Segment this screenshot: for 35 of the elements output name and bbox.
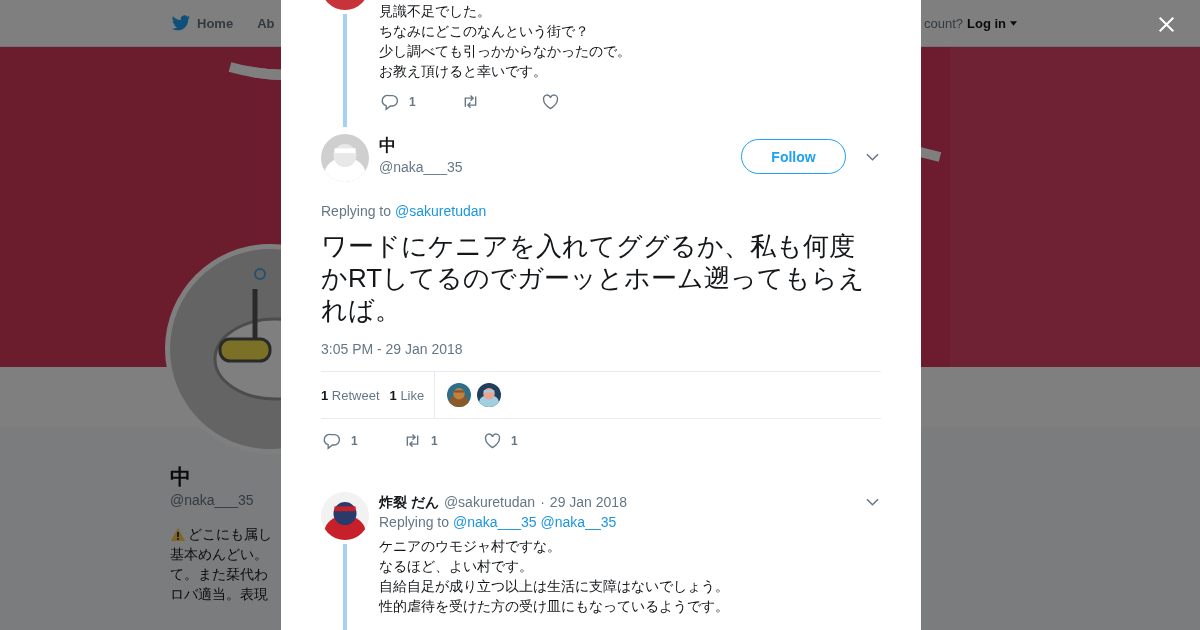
bird-icon: [171, 14, 191, 32]
warning-icon: [170, 526, 186, 542]
bio-text: どこにも属し: [188, 525, 272, 544]
replying-label: Replying to: [379, 513, 450, 532]
user-name: 炸裂 だん: [379, 493, 439, 512]
nav-link[interactable]: Home: [171, 14, 234, 32]
tweet-text: 性的虐待を受けた方の受け皿にもなっているようです。: [379, 597, 730, 616]
profile-name: 中: [170, 464, 192, 490]
tweet-text: なるほど、よい村です。: [379, 557, 534, 576]
login-link[interactable]: Log in: [967, 15, 1006, 31]
tweet-text: ちなみにどこのなんという街で？: [379, 22, 590, 41]
account-prompt: count?: [923, 15, 963, 31]
stat-link[interactable]: 1 Retweet: [321, 387, 380, 403]
close-icon[interactable]: [1158, 16, 1175, 33]
tweet-date[interactable]: 29 Jan 2018: [549, 492, 627, 512]
nav-link[interactable]: Ab: [257, 15, 275, 31]
profile-handle: @naka___35: [170, 491, 255, 510]
caret-icon: [1010, 20, 1017, 26]
action-count: 1: [351, 434, 358, 448]
bio-text: ロバ適当。表現: [170, 585, 268, 604]
separator: ·: [540, 493, 545, 512]
mention-link[interactable]: @naka__35: [540, 512, 617, 532]
action-count: 1: [511, 434, 518, 448]
chevron-icon[interactable]: [866, 498, 879, 506]
stat-link[interactable]: 1 Like: [389, 387, 425, 403]
tweet-text: 自給自足が成り立つ以上は生活に支障はないでしょう。: [379, 577, 730, 596]
heart-icon[interactable]: [483, 431, 502, 451]
action-count: 1: [431, 434, 438, 448]
user-handle: @sakuretudan: [443, 493, 536, 512]
tweet-text: 見識不足でした。: [379, 2, 492, 21]
mention-link[interactable]: @naka___35: [453, 512, 537, 532]
reply-icon[interactable]: [323, 431, 342, 451]
bio-text: て。また栞代わ: [170, 565, 268, 584]
tweet-text: ケニアのウモジャ村ですな。: [379, 537, 562, 556]
bio-text: 基本めんどい。: [170, 545, 268, 564]
